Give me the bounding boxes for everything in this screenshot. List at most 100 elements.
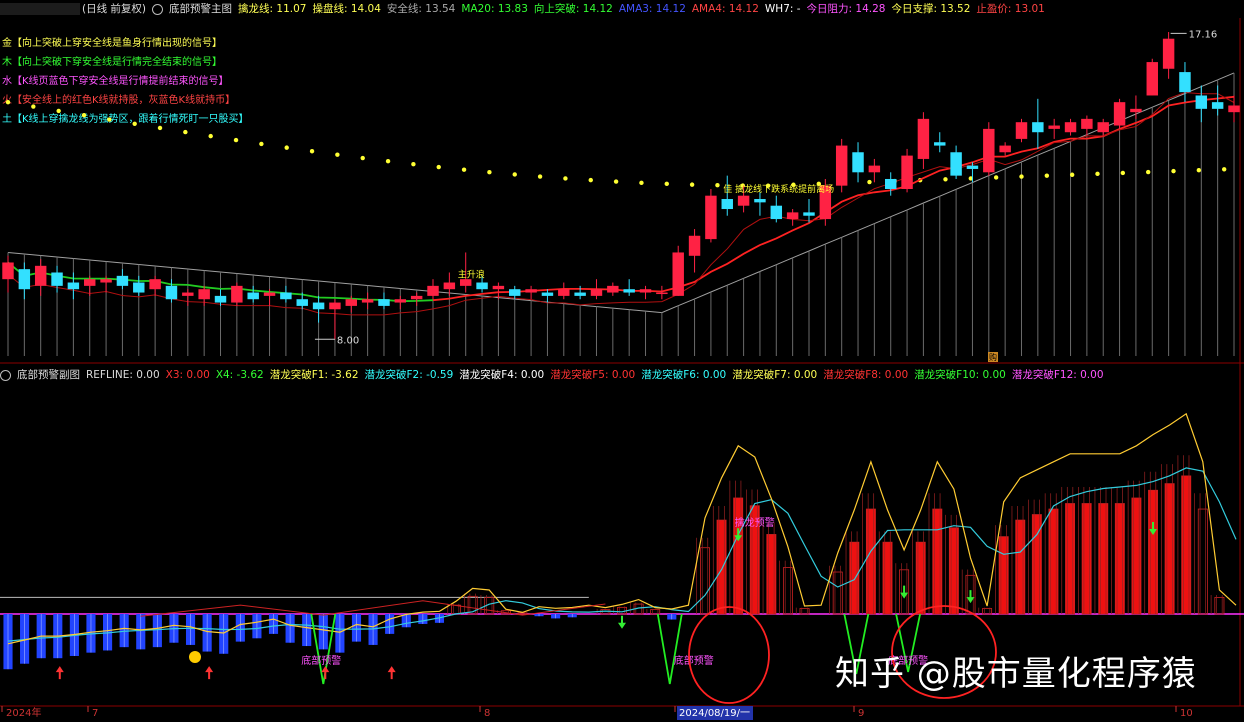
- mid-item: REFLINE: 0.00: [86, 369, 160, 381]
- high-price-label: 17.16: [1189, 29, 1218, 40]
- positive-bar: [1065, 503, 1076, 615]
- candle-body: [476, 282, 488, 290]
- positive-bar: [948, 527, 959, 615]
- buy-arrow-icon: [55, 666, 64, 680]
- dragon-line-dot: [867, 179, 872, 185]
- dragon-line-dot: [335, 152, 340, 157]
- positive-bar: [1131, 497, 1142, 615]
- positive-bar: [1148, 489, 1158, 615]
- dragon-line-dot: [1145, 169, 1151, 175]
- dragon-line-dot: [563, 176, 568, 181]
- bottom-warning-v: [656, 613, 683, 685]
- candle-body: [1081, 118, 1093, 129]
- dragon-line-dot: [309, 149, 315, 154]
- candle-body: [835, 145, 848, 186]
- positive-bar: [700, 547, 710, 615]
- candle-body: [312, 302, 325, 310]
- candle-body: [18, 269, 31, 290]
- dragon-line-dot: [5, 99, 11, 105]
- candle-body: [361, 299, 374, 303]
- candle-body: [329, 302, 341, 310]
- positive-bar: [1098, 503, 1109, 615]
- mid-item: 潜龙突破F2: -0.59: [364, 369, 454, 381]
- candle-body: [1162, 38, 1175, 69]
- candle-body: [182, 292, 194, 296]
- candle-body: [263, 292, 276, 296]
- candle-body: [770, 205, 783, 220]
- candle-body: [721, 199, 733, 210]
- candle-body: [966, 165, 979, 169]
- candle-body: [296, 299, 308, 306]
- candle-body: [950, 152, 962, 176]
- candle-body: [639, 289, 652, 293]
- dragon-line-dot: [436, 164, 441, 170]
- ma-red-line: [432, 95, 1235, 302]
- dragon-line-dot: [385, 159, 391, 164]
- positive-bar: [1015, 519, 1026, 615]
- candle-body: [100, 279, 112, 283]
- candle-body: [983, 128, 995, 173]
- dragon-line-dot: [664, 181, 669, 187]
- candle-body: [754, 199, 766, 203]
- candle-body: [1195, 95, 1208, 109]
- settings-circle-icon[interactable]: [0, 370, 11, 381]
- mid-item: 潜龙突破F6: 0.00: [641, 369, 727, 381]
- mid-item: X3: 0.00: [165, 369, 210, 381]
- buy-arrow-icon: [205, 666, 214, 680]
- candle-body: [133, 282, 145, 293]
- main-rise-label: 主升浪: [458, 269, 485, 281]
- sub-indicator-name[interactable]: 底部预警副图: [17, 367, 80, 382]
- candle-body: [198, 289, 210, 300]
- mid-item: 潜龙突破F12: 0.00: [1011, 369, 1104, 381]
- x-axis-label: 9: [858, 708, 864, 719]
- candle-body: [852, 152, 864, 173]
- positive-bar: [716, 519, 727, 615]
- dragon-line-dot: [639, 180, 644, 186]
- dragon-line-dot: [259, 141, 264, 147]
- positive-bar: [1114, 503, 1125, 615]
- positive-bar: [1181, 475, 1192, 615]
- dragon-line-dot: [613, 179, 619, 184]
- smiley-icon: [189, 651, 201, 663]
- candle-body: [149, 279, 161, 290]
- candle-body: [1179, 72, 1191, 93]
- watermark: 知乎 @股市量化程序猿: [835, 654, 1197, 694]
- positive-bar: [865, 508, 876, 615]
- dragon-line-dot: [284, 145, 289, 150]
- candle-body: [1032, 122, 1044, 133]
- dragon-exit-label: 佳 擒龙线下跌系统提前离场: [723, 183, 834, 195]
- sell-arrow-icon: [618, 615, 626, 629]
- positive-bar: [932, 508, 943, 615]
- positive-bar: [849, 541, 860, 615]
- candle-body: [672, 252, 684, 296]
- positive-bar: [998, 536, 1009, 615]
- candle-body: [214, 295, 227, 303]
- candle-body: [427, 285, 439, 296]
- dragon-line-dot: [233, 137, 239, 143]
- candle-body: [116, 275, 129, 286]
- candle-body: [1097, 122, 1109, 133]
- x-axis-label: 7: [92, 708, 98, 719]
- dragon-line-dot: [461, 167, 467, 172]
- dragon-line-dot: [993, 175, 999, 180]
- positive-bar: [799, 608, 810, 615]
- x-axis-label: 10: [1180, 708, 1193, 719]
- sub-indicator-values: REFLINE: 0.00 X3: 0.00 X4: -3.62 潜龙突破F1: -3…: [86, 367, 1110, 382]
- dragon-warning-label: 擒龙预警: [735, 516, 775, 529]
- candle-body: [67, 282, 80, 290]
- mid-item: 潜龙突破F8: 0.00: [823, 369, 909, 381]
- dragon-line-dot: [208, 133, 213, 139]
- buy-arrow-icon: [387, 666, 396, 680]
- candle-body: [574, 292, 586, 296]
- mid-item: 潜龙突破F7: 0.00: [732, 369, 818, 381]
- candle-body: [1015, 122, 1028, 139]
- low-price-label: 8.00: [337, 335, 359, 346]
- bottom-warning-label: 底部预警: [674, 654, 714, 667]
- candle-body: [590, 289, 603, 296]
- positive-bar: [915, 541, 926, 615]
- chart-canvas[interactable]: 17.168.00主升浪佳 擒龙线下跌系统提前离场购底部预警 底部预警 底部预警擒龙…: [0, 0, 1244, 722]
- candle-body: [492, 285, 505, 290]
- candle-body: [443, 282, 456, 290]
- positive-bar: [1164, 483, 1175, 615]
- candle-body: [1130, 108, 1142, 113]
